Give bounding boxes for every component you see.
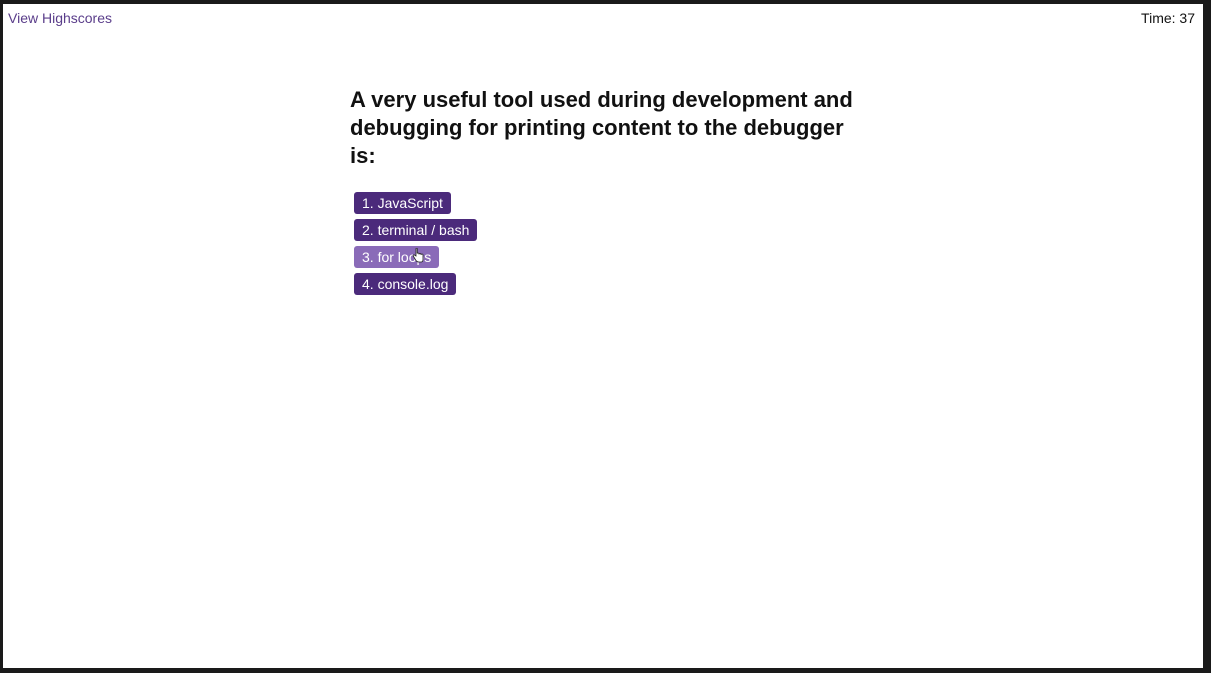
- choice-item: 1. JavaScript: [354, 192, 870, 214]
- choice-item: 3. for loops: [354, 246, 870, 268]
- view-highscores-link[interactable]: View Highscores: [8, 10, 112, 26]
- app-viewport: View Highscores Time: 37 A very useful t…: [3, 4, 1203, 668]
- choice-item: 2. terminal / bash: [354, 219, 870, 241]
- choice-button-1[interactable]: 1. JavaScript: [354, 192, 451, 214]
- timer-display: Time: 37: [1141, 10, 1195, 26]
- choice-button-2[interactable]: 2. terminal / bash: [354, 219, 478, 241]
- choice-button-4[interactable]: 4. console.log: [354, 273, 457, 295]
- question-text: A very useful tool used during developme…: [350, 87, 853, 168]
- choice-item: 4. console.log: [354, 273, 870, 295]
- choice-list: 1. JavaScript 2. terminal / bash 3. for …: [350, 192, 870, 295]
- quiz-container: A very useful tool used during developme…: [350, 86, 870, 300]
- choice-button-3[interactable]: 3. for loops: [354, 246, 440, 268]
